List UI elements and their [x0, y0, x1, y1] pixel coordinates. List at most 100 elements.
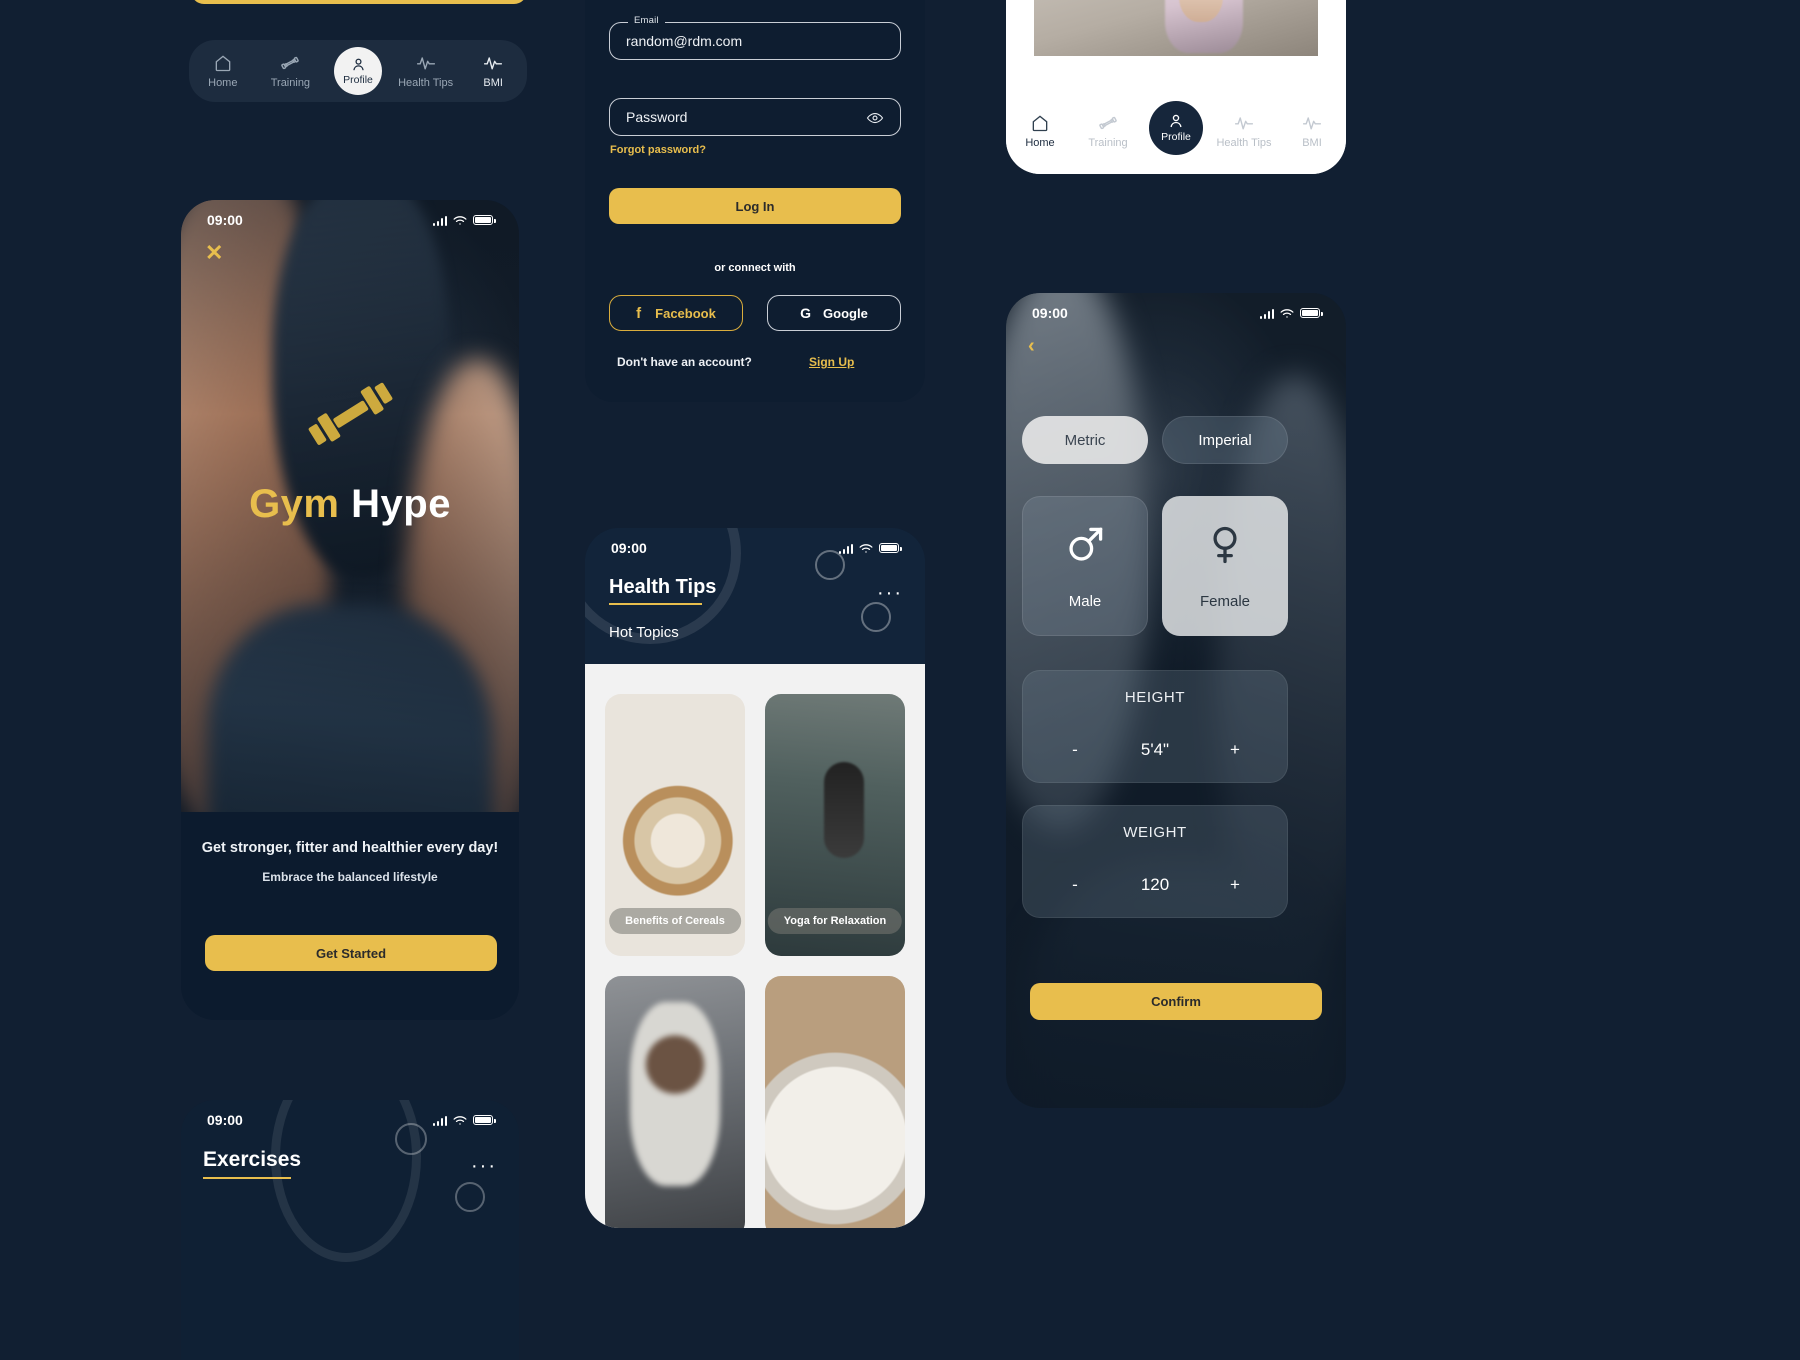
nav-item-bmi[interactable]: BMI — [1278, 113, 1346, 149]
home-icon — [1032, 115, 1048, 132]
signup-link[interactable]: Sign Up — [809, 355, 854, 369]
weight-stepper[interactable]: WEIGHT - 120 + — [1022, 805, 1288, 918]
google-label: Google — [823, 305, 868, 321]
nav-item-bmi[interactable]: BMI — [459, 53, 527, 89]
wifi-icon — [859, 543, 873, 553]
nav-label: BMI — [1302, 137, 1322, 149]
eye-icon[interactable] — [866, 109, 884, 127]
nav-label: Profile — [1161, 131, 1191, 144]
person-icon — [1170, 114, 1182, 128]
facebook-login-button[interactable]: f Facebook — [609, 295, 743, 331]
forgot-password-link[interactable]: Forgot password? — [610, 144, 706, 156]
nav-item-health-tips[interactable]: Health Tips — [392, 53, 460, 89]
battery-icon — [473, 215, 496, 225]
height-value: 5'4" — [1140, 740, 1170, 759]
chevron-left-icon[interactable]: ‹ — [1028, 335, 1035, 358]
tip-card[interactable]: Benefits of Cereals — [605, 694, 745, 956]
splash-subhead: Embrace the balanced lifestyle — [262, 870, 438, 884]
health-tips-screen: Health Tips Hot Topics ··· 09:00 Benefit… — [585, 528, 925, 1228]
pulse-icon — [1302, 117, 1322, 130]
confirm-button[interactable]: Confirm — [1030, 983, 1322, 1020]
height-stepper[interactable]: HEIGHT - 5'4" + — [1022, 670, 1288, 783]
weight-increment-button[interactable]: + — [1227, 875, 1243, 895]
nav-label: Home — [208, 77, 238, 89]
nav-item-profile[interactable]: Profile — [334, 47, 382, 95]
brand-first: Gym — [249, 482, 340, 526]
height-increment-button[interactable]: + — [1227, 740, 1243, 760]
height-label: HEIGHT — [1124, 689, 1186, 706]
brand-second: Hype — [351, 482, 451, 526]
mockup-canvas: Recalculate Home Training Health Tips BM… — [0, 0, 1800, 1360]
battery-icon — [473, 1115, 496, 1125]
status-bar: 09:00 — [181, 1100, 519, 1140]
email-field[interactable]: Email random@rdm.com — [609, 15, 901, 60]
status-time: 09:00 — [207, 1112, 243, 1128]
signal-icon — [432, 215, 447, 226]
status-time: 09:00 — [1032, 305, 1068, 321]
signal-icon — [432, 1115, 447, 1126]
nav-label: Home — [1025, 137, 1055, 149]
facebook-label: Facebook — [655, 305, 716, 321]
wifi-icon — [1280, 308, 1294, 318]
tip-card[interactable] — [605, 976, 745, 1228]
nav-item-health-tips[interactable]: Health Tips — [1210, 113, 1278, 149]
splash-headline: Get stronger, fitter and healthier every… — [201, 840, 499, 856]
weight-decrement-button[interactable]: - — [1067, 875, 1083, 895]
more-options-icon[interactable]: ··· — [877, 582, 903, 605]
signal-icon — [838, 543, 853, 554]
unit-toggle-imperial[interactable]: Imperial — [1162, 416, 1288, 464]
wifi-icon — [453, 215, 467, 225]
signal-icon — [1259, 308, 1274, 319]
nav-label: Health Tips — [398, 77, 454, 89]
tips-grid: Benefits of Cereals Yoga for Relaxation — [605, 694, 905, 1228]
more-options-icon[interactable]: ··· — [471, 1155, 497, 1178]
home-icon — [215, 55, 231, 72]
profile-photo — [1034, 0, 1318, 56]
tip-caption: Yoga for Relaxation — [767, 908, 903, 934]
social-divider-label: or connect with — [714, 262, 796, 274]
nav-label: Health Tips — [1216, 137, 1272, 149]
get-started-button[interactable]: Get Started — [205, 935, 497, 971]
gender-option-male[interactable]: Male — [1022, 496, 1148, 636]
bottom-nav-light[interactable]: Home Training Health Tips BMI Profile — [1006, 88, 1346, 174]
nav-item-training[interactable]: Training — [257, 53, 325, 89]
nav-item-home[interactable]: Home — [189, 53, 257, 89]
facebook-icon: f — [636, 304, 642, 322]
nav-item-profile[interactable]: Profile — [1149, 100, 1203, 155]
nav-item-training[interactable]: Training — [1074, 113, 1142, 149]
password-field[interactable]: Password — [609, 98, 901, 136]
weight-label: WEIGHT — [1123, 824, 1187, 841]
exercises-screen: 09:00 Exercises ··· — [181, 1100, 519, 1360]
password-placeholder: Password — [626, 109, 688, 125]
close-icon[interactable]: ✕ — [205, 242, 223, 264]
login-button[interactable]: Log In — [609, 188, 901, 224]
bottom-nav-dark[interactable]: Home Training Health Tips BMI Profile — [189, 40, 527, 102]
battery-icon — [879, 543, 902, 553]
height-decrement-button[interactable]: - — [1067, 740, 1083, 760]
dumbbell-icon — [1099, 116, 1117, 130]
dumbbell-logo-icon — [308, 382, 393, 445]
decorative-ring — [455, 1182, 485, 1212]
person-icon — [352, 58, 364, 71]
tip-card[interactable]: Yoga for Relaxation — [765, 694, 905, 956]
decorative-ring — [861, 602, 891, 632]
splash-screen: 09:00 ✕ Gym Hype Get stronger, fitter an… — [181, 200, 519, 1020]
status-bar: 09:00 — [181, 200, 519, 240]
recalculate-button[interactable]: Recalculate — [191, 0, 527, 4]
google-login-button[interactable]: G Google — [767, 295, 901, 331]
status-bar: 09:00 — [585, 528, 925, 568]
pulse-icon — [484, 57, 503, 70]
status-time: 09:00 — [207, 212, 243, 228]
unit-toggle-metric[interactable]: Metric — [1022, 416, 1148, 464]
nav-label: Profile — [343, 74, 373, 86]
tip-caption: Benefits of Cereals — [609, 908, 741, 934]
google-icon: G — [800, 305, 812, 321]
email-value: random@rdm.com — [626, 33, 743, 49]
nav-label: BMI — [483, 77, 503, 89]
tip-card[interactable] — [765, 976, 905, 1228]
login-screen: Email random@rdm.com Password Forgot pas… — [585, 0, 925, 402]
nav-item-home[interactable]: Home — [1006, 113, 1074, 149]
gender-option-female[interactable]: Female — [1162, 496, 1288, 636]
health-tips-content: Benefits of Cereals Yoga for Relaxation — [585, 664, 925, 1228]
status-time: 09:00 — [611, 540, 647, 556]
